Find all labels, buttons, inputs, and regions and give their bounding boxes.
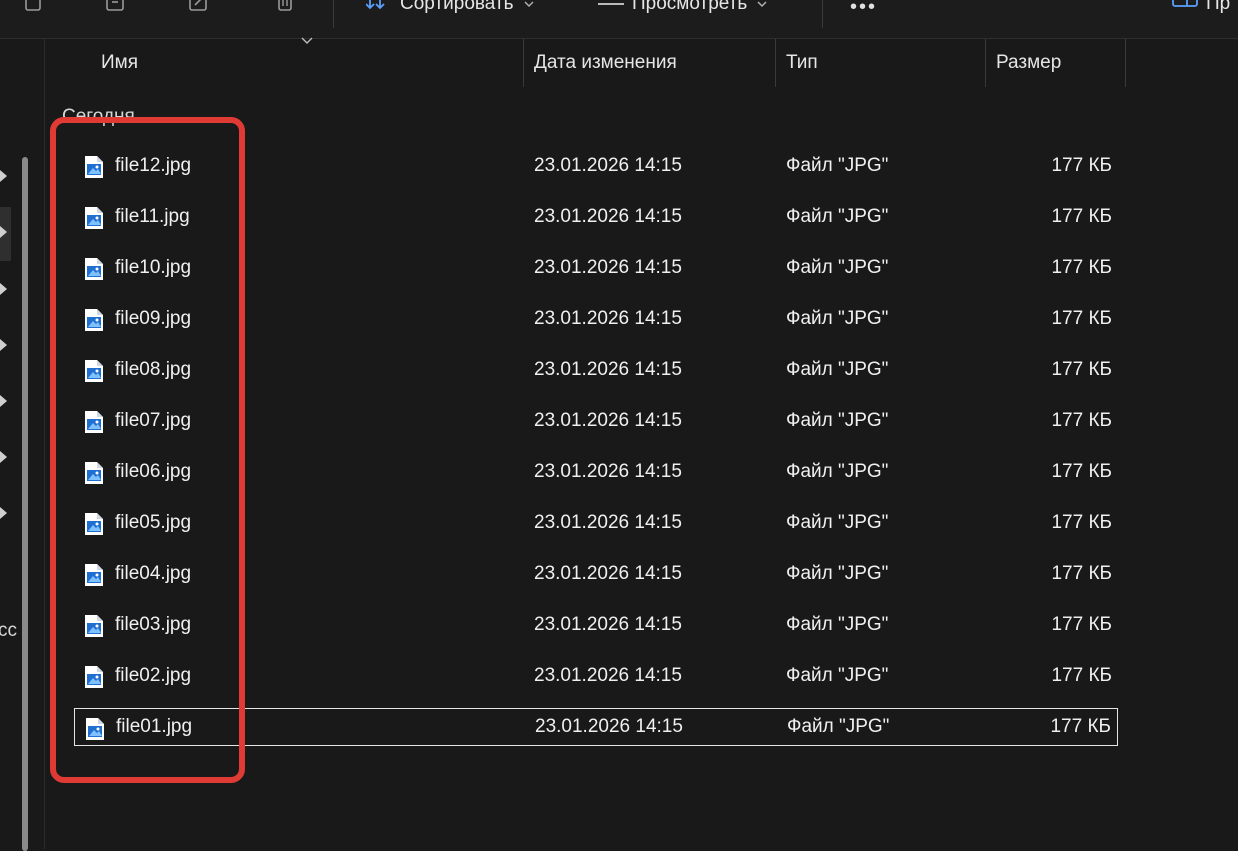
- file-date-modified: 23.01.2026 14:15: [534, 257, 682, 278]
- navigation-pane: сс: [0, 39, 45, 851]
- column-divider[interactable]: [985, 39, 986, 87]
- expand-arrow-icon[interactable]: [0, 395, 8, 407]
- sort-indicator-icon: [301, 37, 313, 45]
- file-type: Файл "JPG": [786, 206, 889, 227]
- file-type: Файл "JPG": [786, 461, 889, 482]
- column-header-size[interactable]: Размер: [996, 39, 1061, 87]
- expand-arrow-icon[interactable]: [0, 226, 8, 238]
- file-size: 177 КБ: [1051, 512, 1112, 533]
- file-size: 177 КБ: [1051, 563, 1112, 584]
- file-size: 177 КБ: [1050, 716, 1111, 737]
- file-date-modified: 23.01.2026 14:15: [534, 563, 682, 584]
- sort-button[interactable]: Сортировать: [366, 0, 534, 14]
- column-divider[interactable]: [775, 39, 776, 87]
- file-date-modified: 23.01.2026 14:15: [534, 665, 682, 686]
- delete-icon[interactable]: [274, 0, 296, 12]
- toolbar-divider: [333, 0, 334, 28]
- file-date-modified: 23.01.2026 14:15: [534, 206, 682, 227]
- file-size: 177 КБ: [1051, 461, 1112, 482]
- file-size: 177 КБ: [1051, 359, 1112, 380]
- file-type: Файл "JPG": [786, 512, 889, 533]
- file-size: 177 КБ: [1051, 410, 1112, 431]
- details-pane-icon: [1172, 0, 1198, 14]
- file-size: 177 КБ: [1051, 665, 1112, 686]
- file-size: 177 КБ: [1051, 206, 1112, 227]
- file-date-modified: 23.01.2026 14:15: [534, 359, 682, 380]
- chevron-down-icon: [524, 0, 534, 9]
- expand-arrow-icon[interactable]: [0, 170, 8, 182]
- file-type: Файл "JPG": [786, 563, 889, 584]
- column-header-date[interactable]: Дата изменения: [534, 39, 677, 87]
- file-type: Файл "JPG": [786, 359, 889, 380]
- view-label: Просмотреть: [632, 0, 748, 14]
- column-header-name[interactable]: Имя: [101, 39, 138, 87]
- file-date-modified: 23.01.2026 14:15: [534, 308, 682, 329]
- file-type: Файл "JPG": [786, 308, 889, 329]
- file-size: 177 КБ: [1051, 614, 1112, 635]
- column-divider[interactable]: [1125, 39, 1126, 87]
- file-type: Файл "JPG": [786, 410, 889, 431]
- expand-arrow-icon[interactable]: [0, 283, 8, 295]
- file-date-modified: 23.01.2026 14:15: [534, 155, 682, 176]
- nav-item-label[interactable]: сс: [0, 620, 17, 642]
- column-headers: Имя Дата изменения Тип Размер: [45, 37, 1238, 87]
- details-pane-label: Пр: [1206, 0, 1231, 14]
- expand-arrow-icon[interactable]: [0, 451, 8, 463]
- highlight-annotation: [50, 117, 245, 783]
- file-size: 177 КБ: [1051, 257, 1112, 278]
- sort-label: Сортировать: [400, 0, 514, 14]
- view-list-icon: [598, 0, 624, 14]
- chevron-down-icon: [757, 0, 767, 9]
- nav-scrollbar[interactable]: [22, 157, 28, 851]
- file-type: Файл "JPG": [786, 257, 889, 278]
- file-date-modified: 23.01.2026 14:15: [534, 512, 682, 533]
- copy-icon[interactable]: [22, 0, 44, 12]
- file-size: 177 КБ: [1051, 155, 1112, 176]
- expand-arrow-icon[interactable]: [0, 339, 8, 351]
- file-date-modified: 23.01.2026 14:15: [534, 614, 682, 635]
- details-pane-button[interactable]: Пр: [1172, 0, 1230, 14]
- file-type: Файл "JPG": [787, 716, 890, 737]
- share-icon[interactable]: [188, 0, 210, 12]
- column-divider[interactable]: [523, 39, 524, 87]
- file-date-modified: 23.01.2026 14:15: [535, 716, 683, 737]
- toolbar-divider: [822, 0, 823, 28]
- file-type: Файл "JPG": [786, 614, 889, 635]
- more-options-button[interactable]: •••: [850, 0, 877, 19]
- command-bar: Сортировать Просмотреть ••• Пр: [0, 0, 1238, 39]
- file-date-modified: 23.01.2026 14:15: [534, 410, 682, 431]
- view-button[interactable]: Просмотреть: [598, 0, 767, 14]
- file-date-modified: 23.01.2026 14:15: [534, 461, 682, 482]
- paste-icon[interactable]: [104, 0, 126, 12]
- file-type: Файл "JPG": [786, 665, 889, 686]
- column-header-type[interactable]: Тип: [786, 39, 818, 87]
- sort-icon: [366, 0, 392, 14]
- expand-arrow-icon[interactable]: [0, 507, 8, 519]
- file-size: 177 КБ: [1051, 308, 1112, 329]
- file-type: Файл "JPG": [786, 155, 889, 176]
